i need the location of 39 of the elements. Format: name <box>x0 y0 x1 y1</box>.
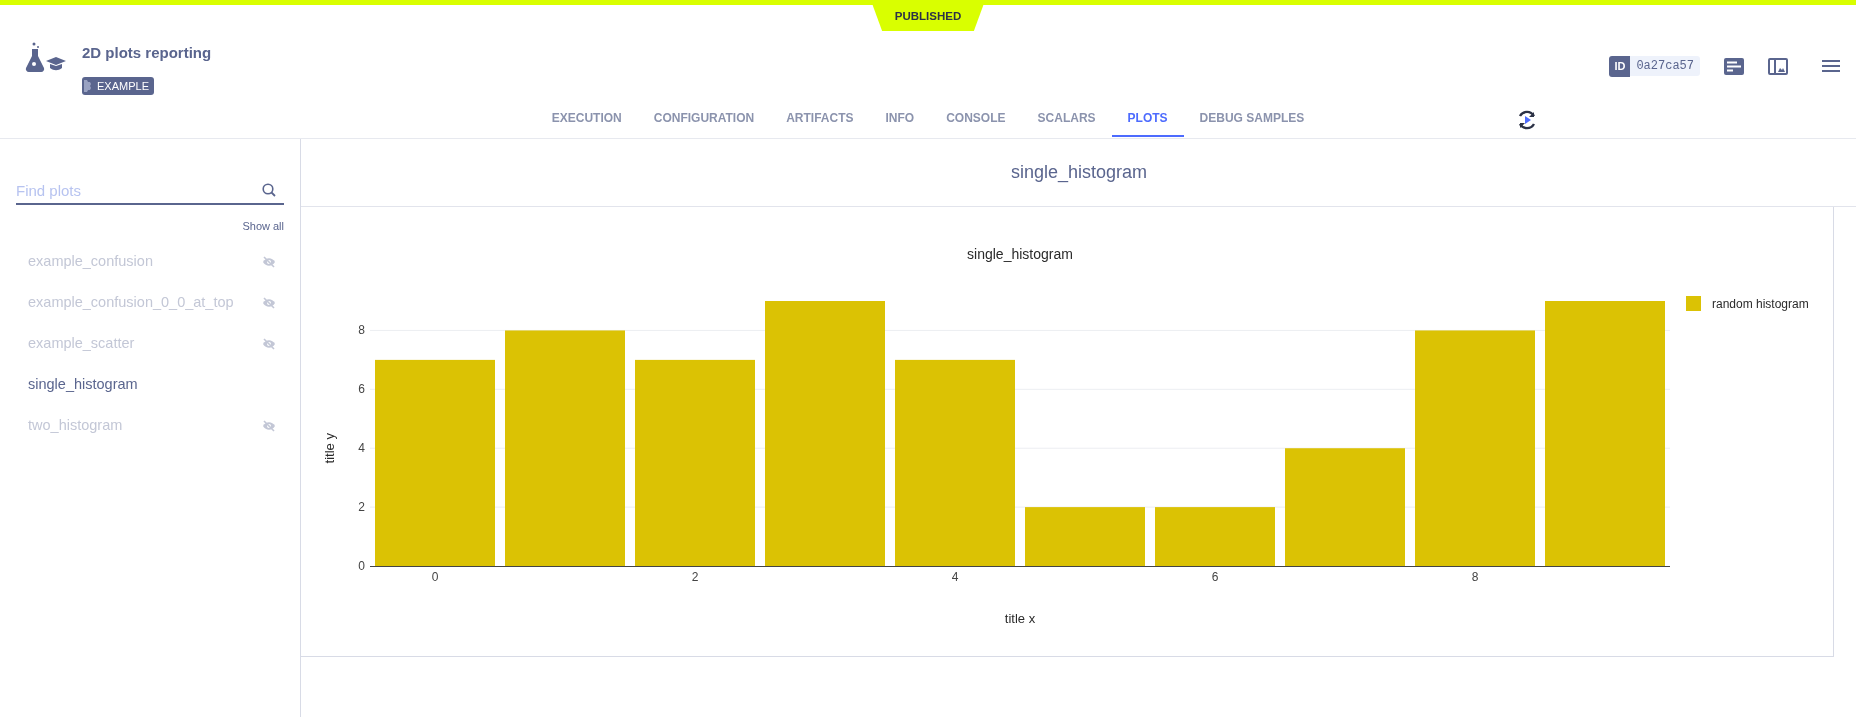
tab[interactable]: SCALARS <box>1021 101 1112 137</box>
flask-graduation-cap-icon <box>24 42 66 74</box>
id-label: ID <box>1609 56 1631 77</box>
tab[interactable]: INFO <box>869 101 931 137</box>
details-list-icon[interactable] <box>1724 57 1744 75</box>
tab[interactable]: CONSOLE <box>930 101 1022 137</box>
x-tick-label: 4 <box>951 570 959 584</box>
tag-label: EXAMPLE <box>97 78 149 94</box>
y-tick-label: 6 <box>358 382 365 397</box>
y-axis-title: title y <box>322 433 337 464</box>
tab[interactable]: PLOTS <box>1111 101 1184 137</box>
plot-list-item[interactable]: two_histogram <box>28 414 123 437</box>
chart-title: single_histogram <box>967 246 1073 262</box>
tab[interactable]: DEBUG SAMPLES <box>1183 101 1321 137</box>
y-tick-label: 4 <box>358 441 365 456</box>
tab[interactable]: ARTIFACTS <box>770 101 870 137</box>
x-axis-title: title x <box>1004 611 1036 626</box>
tab[interactable]: EXECUTION <box>535 101 638 137</box>
show-all-link[interactable]: Show all <box>242 220 284 232</box>
menu-icon[interactable] <box>1822 59 1840 74</box>
tab[interactable]: CONFIGURATION <box>637 101 771 137</box>
plot-list-item[interactable]: single_histogram <box>28 373 138 396</box>
plot-list-item[interactable]: example_confusion <box>28 250 153 273</box>
project-title: 2D plots reporting <box>82 43 212 63</box>
y-tick-label: 8 <box>358 323 365 338</box>
y-tick-label: 2 <box>358 500 365 515</box>
legend-label[interactable]: random histogram <box>1712 297 1809 311</box>
plot-list-item[interactable]: example_scatter <box>28 332 135 355</box>
task-id: 0a27ca57 <box>1630 56 1700 77</box>
search-icon[interactable] <box>262 183 276 197</box>
x-tick-label: 6 <box>1211 570 1219 584</box>
panel-layout-icon[interactable] <box>1768 57 1788 75</box>
x-tick-label: 2 <box>691 570 699 584</box>
plot-list-item[interactable]: example_confusion_0_0_at_top <box>28 291 234 314</box>
y-tick-label: 0 <box>358 559 365 573</box>
x-tick-label: 0 <box>431 570 439 584</box>
section-title: single_histogram <box>1010 161 1148 185</box>
x-tick-label: 8 <box>1471 570 1479 584</box>
refresh-play-icon[interactable] <box>1516 109 1538 131</box>
